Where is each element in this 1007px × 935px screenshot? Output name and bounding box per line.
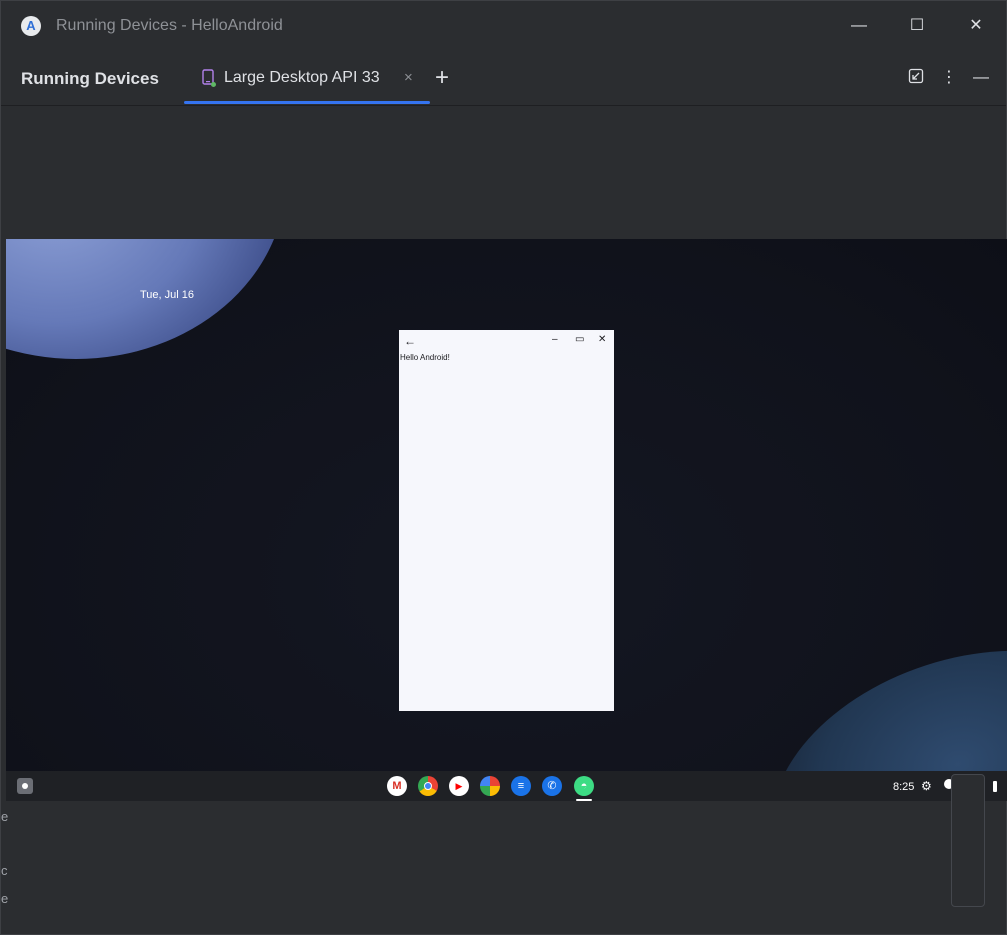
add-tab-button[interactable]: + xyxy=(435,64,449,92)
title-bar: A Running Devices - HelloAndroid — ☐ ✕ xyxy=(1,1,1006,52)
tab-close-icon[interactable]: × xyxy=(404,69,413,86)
tab-label: Large Desktop API 33 xyxy=(224,69,380,86)
youtube-icon[interactable]: ▶ xyxy=(449,776,469,796)
active-app-indicator xyxy=(576,799,592,801)
hello-android-app-window[interactable]: ← – ▭ ✕ Hello Android! xyxy=(399,330,614,711)
app-minimize-icon[interactable]: – xyxy=(552,334,558,345)
background-text-fragment: e xyxy=(1,809,9,824)
tool-window-header: Running Devices Large Desktop API 33 × +… xyxy=(1,52,1006,106)
android-studio-logo-icon: A xyxy=(21,16,41,36)
launcher-icon[interactable] xyxy=(17,778,33,794)
chrome-icon[interactable] xyxy=(418,776,438,796)
tool-window-title: Running Devices xyxy=(21,69,159,88)
android-app-icon[interactable]: ◓ xyxy=(574,776,594,796)
device-toolbar-panel[interactable] xyxy=(951,774,985,907)
background-text-fragment: e xyxy=(1,891,9,906)
settings-icon[interactable]: ⚙ xyxy=(921,779,932,793)
background-text-fragment: c xyxy=(1,863,8,878)
minimize-window-button[interactable]: — xyxy=(848,15,870,37)
close-window-button[interactable]: ✕ xyxy=(965,15,987,37)
restore-layout-icon[interactable] xyxy=(906,68,926,88)
device-screen[interactable]: Tue, Jul 16 ← – ▭ ✕ Hello Android! M ▶ ≡… xyxy=(6,239,1007,801)
ide-window: A Running Devices - HelloAndroid — ☐ ✕ R… xyxy=(0,0,1007,935)
gmail-icon[interactable]: M xyxy=(387,776,407,796)
app-close-icon[interactable]: ✕ xyxy=(598,334,606,345)
active-tab-indicator xyxy=(184,101,430,104)
tab-large-desktop-api-33[interactable]: Large Desktop API 33 × xyxy=(184,52,430,104)
desktop-date: Tue, Jul 16 xyxy=(140,289,195,301)
status-clock[interactable]: 8:25 xyxy=(893,781,914,793)
messages-icon[interactable]: ≡ xyxy=(511,776,531,796)
hello-android-text: Hello Android! xyxy=(400,353,450,362)
chromeos-shelf: M ▶ ≡ ✆ ◓ 8:25 ⚙ xyxy=(6,771,1007,801)
maximize-window-button[interactable]: ☐ xyxy=(906,15,928,37)
window-title: Running Devices - HelloAndroid xyxy=(56,17,283,34)
app-maximize-icon[interactable]: ▭ xyxy=(575,334,584,345)
device-icon xyxy=(202,69,216,87)
battery-icon xyxy=(993,781,997,792)
photos-icon[interactable] xyxy=(480,776,500,796)
phone-icon[interactable]: ✆ xyxy=(542,776,562,796)
more-options-icon[interactable]: ⋮ xyxy=(939,68,959,88)
hide-panel-icon[interactable]: — xyxy=(971,68,991,88)
back-arrow-icon[interactable]: ← xyxy=(404,334,416,348)
